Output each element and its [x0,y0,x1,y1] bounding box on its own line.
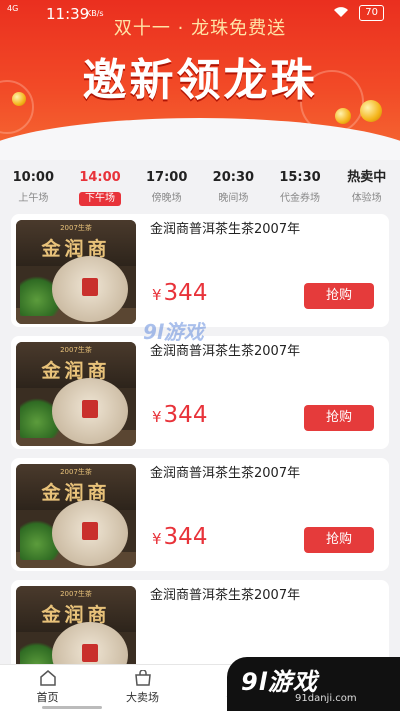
session-label: 代金券场 [280,193,321,204]
session-time: 14:00 [79,170,121,185]
watermark-url: 91danji.com [295,693,357,704]
session-label: 下午场 [79,192,121,206]
store-icon [95,670,190,686]
product-image[interactable]: 2007生茶 金润商 [16,342,136,446]
session-label: 上午场 [18,193,49,204]
tab-label: 首页 [36,691,59,704]
product-card[interactable]: 2007生茶 金润商 金润商普洱茶生茶2007年 ¥344 抢购 [11,336,389,449]
product-price: ¥344 [152,524,208,550]
tab-label: 大卖场 [126,691,159,704]
watermark-badge: 9l游戏 91danji.com [227,657,400,711]
session-label: 傍晚场 [151,193,182,204]
session-time: 20:30 [212,170,255,185]
status-time: 11:39 [46,5,90,23]
product-name: 金润商普洱茶生茶2007年 [150,588,301,603]
session-tab-1000[interactable]: 10:00 上午场 [0,170,67,208]
tab-market[interactable]: 大卖场 [95,665,190,712]
session-tab-1530[interactable]: 15:30 代金券场 [267,170,334,208]
tab-home[interactable]: 首页 [0,665,95,712]
wifi-icon [333,6,349,21]
watermark-logo: 9l游戏 [241,668,318,696]
product-card[interactable]: 2007生茶 金润商 金润商普洱茶生茶2007年 ¥344 抢购 [11,458,389,571]
product-name: 金润商普洱茶生茶2007年 [150,222,301,237]
product-image[interactable]: 2007生茶 金润商 [16,464,136,568]
network-speed: KB/s [86,9,104,18]
session-label: 体验场 [351,193,382,204]
session-tab-2030[interactable]: 20:30 晚间场 [200,170,267,208]
buy-button[interactable]: 抢购 [304,527,374,553]
buy-button[interactable]: 抢购 [304,283,374,309]
session-time: 15:30 [279,170,321,185]
product-card[interactable]: 2007生茶 金润商 金润商普洱茶生茶2007年 ¥344 抢购 [11,214,389,327]
session-tab-1700[interactable]: 17:00 傍晚场 [133,170,200,208]
session-tab-1400[interactable]: 14:00 下午场 [67,170,134,208]
session-tabs: 10:00 上午场 14:00 下午场 17:00 傍晚场 20:30 晚间场 … [0,170,400,208]
buy-button[interactable]: 抢购 [304,405,374,431]
status-bar: 4G 11:39 KB/s 70 [0,0,400,26]
watermark-logo: 9l游戏 [143,320,204,344]
session-tab-hot[interactable]: 热卖中 体验场 [333,170,400,208]
product-price: ¥344 [152,280,208,306]
home-icon [0,670,95,686]
product-price: ¥344 [152,402,208,428]
session-label: 晚间场 [218,193,249,204]
coin-icon [335,108,351,124]
session-time: 10:00 [12,170,55,185]
session-time: 热卖中 [347,170,387,185]
product-name: 金润商普洱茶生茶2007年 [150,466,301,481]
session-time: 17:00 [145,170,188,185]
product-image[interactable]: 2007生茶 金润商 [16,220,136,324]
promo-title: 邀新领龙珠 [82,55,318,106]
battery-icon: 70 [359,5,384,21]
network-indicator: 4G [7,4,19,13]
active-tab-indicator [42,706,102,709]
